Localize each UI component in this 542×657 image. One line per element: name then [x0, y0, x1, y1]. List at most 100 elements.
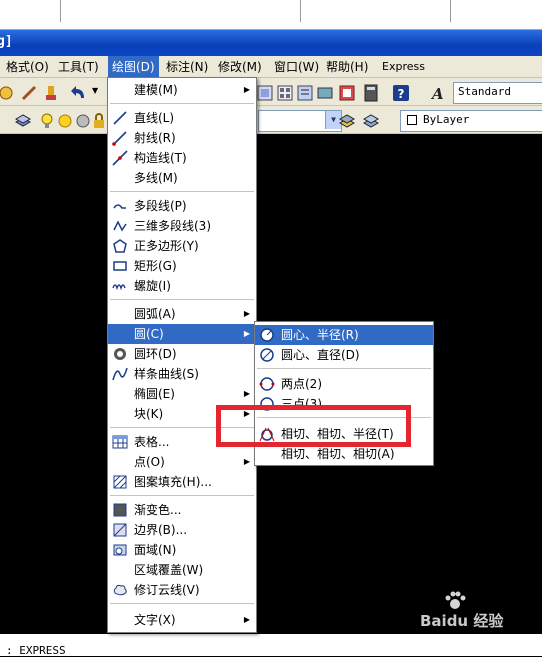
standard-toolbar: ▼ ? A Standard — [0, 78, 542, 106]
properties-icon[interactable] — [256, 84, 274, 102]
ray-icon — [112, 131, 127, 146]
menu-separator — [110, 299, 254, 300]
region-icon — [113, 544, 127, 556]
menu-item-donut[interactable]: 圆环(D) — [108, 344, 256, 364]
menu-item-ellipse[interactable]: 椭圆(E) ▶ — [108, 384, 256, 404]
pencil-icon[interactable] — [20, 84, 38, 102]
menu-item-spline[interactable]: 样条曲线(S) — [108, 364, 256, 384]
menu-item-arc[interactable]: 圆弧(A) ▶ — [108, 304, 256, 324]
menu-separator — [110, 191, 254, 192]
strip-segment — [300, 0, 451, 22]
circle-two-point-icon — [259, 377, 275, 391]
menu-dimension[interactable]: 标注(N) — [166, 56, 208, 78]
donut-icon — [114, 348, 126, 360]
menu-modify[interactable]: 修改(M) — [218, 56, 262, 78]
menu-item-center-radius[interactable]: 圆心、半径(R) — [255, 325, 433, 345]
menu-item-boundary[interactable]: 边界(B)... — [108, 520, 256, 540]
menu-item-modeling[interactable]: 建模(M) ▶ — [108, 80, 256, 100]
design-center-icon[interactable] — [276, 84, 294, 102]
text-style-icon[interactable]: A — [430, 84, 448, 102]
menu-separator — [110, 495, 254, 496]
menu-item-helix[interactable]: 螺旋(I) — [108, 276, 256, 296]
revcloud-icon — [113, 584, 127, 596]
circle-tool-icon[interactable] — [0, 84, 18, 102]
undo-dropdown-icon[interactable]: ▼ — [92, 86, 98, 95]
command-text: : EXPRESS — [6, 644, 66, 657]
menu-item-3d-polyline[interactable]: 三维多段线(3) — [108, 216, 256, 236]
submenu-arrow-icon: ▶ — [243, 309, 250, 318]
menu-item-point[interactable]: 点(O) ▶ — [108, 452, 256, 472]
submenu-arrow-icon: ▶ — [243, 85, 250, 94]
submenu-arrow-icon: ▶ — [243, 389, 250, 398]
text-style-combo[interactable]: Standard — [453, 82, 542, 104]
color-swatch — [407, 115, 417, 125]
menu-express[interactable]: Express — [382, 56, 425, 78]
strip-segment — [0, 0, 61, 22]
menu-item-ray[interactable]: 射线(R) — [108, 128, 256, 148]
menu-separator — [110, 103, 254, 104]
lightbulb-icon[interactable] — [38, 112, 56, 130]
circle-center-radius-icon — [260, 328, 274, 342]
command-line[interactable]: : EXPRESS — [0, 634, 542, 657]
hatch-icon — [113, 475, 127, 489]
helix-icon — [112, 284, 126, 291]
menu-item-hatch[interactable]: 图案填充(H)... — [108, 472, 256, 492]
circle-center-diameter-icon — [260, 348, 274, 362]
calculator-icon[interactable] — [362, 84, 380, 102]
make-current-layer-icon[interactable] — [338, 112, 356, 130]
menu-item-line[interactable]: 直线(L) — [108, 108, 256, 128]
submenu-arrow-icon: ▶ — [243, 329, 250, 338]
menu-help[interactable]: 帮助(H) — [326, 56, 368, 78]
color-combo[interactable]: ByLayer — [400, 110, 542, 132]
spline-icon — [112, 367, 128, 381]
menu-item-rectangle[interactable]: 矩形(G) — [108, 256, 256, 276]
menu-item-circle[interactable]: 圆(C) ▶ — [108, 324, 256, 344]
menu-draw[interactable]: 绘图(D) — [108, 56, 159, 78]
menu-item-polygon[interactable]: 正多边形(Y) — [108, 236, 256, 256]
freeze-sun-icon[interactable] — [56, 112, 74, 130]
menu-item-tan-tan-tan[interactable]: 相切、相切、相切(A) — [255, 444, 433, 464]
polygon-icon — [113, 239, 127, 253]
brush-icon[interactable] — [42, 84, 60, 102]
line-icon — [113, 111, 127, 125]
watermark: Baidu 经验 — [400, 590, 535, 630]
menu-item-polyline[interactable]: 多段线(P) — [108, 196, 256, 216]
window-title: g] — [0, 34, 13, 49]
help-icon[interactable]: ? — [392, 84, 410, 102]
color-value: ByLayer — [423, 113, 470, 126]
menu-item-center-diameter[interactable]: 圆心、直径(D) — [255, 345, 433, 365]
svg-text:A: A — [430, 85, 444, 102]
menu-tools[interactable]: 工具(T) — [58, 56, 99, 78]
layer-combo[interactable]: ▼ — [258, 110, 342, 132]
layer-previous-icon[interactable] — [362, 112, 380, 130]
menu-item-gradient[interactable]: 渐变色... — [108, 500, 256, 520]
tool-palette-icon[interactable] — [296, 84, 314, 102]
rectangle-icon — [113, 261, 127, 271]
polyline-icon — [113, 204, 126, 209]
gradient-icon — [113, 503, 127, 517]
undo-icon[interactable] — [70, 84, 88, 102]
sheet-set-icon[interactable] — [316, 84, 334, 102]
menu-item-two-point[interactable]: 两点(2) — [255, 374, 433, 394]
menu-item-text[interactable]: 文字(X) ▶ — [108, 610, 256, 630]
menu-item-xline[interactable]: 构造线(T) — [108, 148, 256, 168]
lock-icon[interactable] — [90, 112, 108, 130]
boundary-icon — [113, 523, 127, 537]
paw-logo-icon — [445, 591, 466, 609]
menu-item-revcloud[interactable]: 修订云线(V) — [108, 580, 256, 600]
menu-item-region[interactable]: 面域(N) — [108, 540, 256, 560]
strip-segment — [60, 0, 301, 22]
svg-text:?: ? — [398, 87, 405, 101]
callout-box — [216, 405, 411, 447]
menu-item-wipeout[interactable]: 区域覆盖(W) — [108, 560, 256, 580]
menu-window[interactable]: 窗口(W) — [274, 56, 319, 78]
menu-format[interactable]: 格式(O) — [6, 56, 49, 78]
top-strip — [0, 0, 542, 30]
table-icon — [112, 435, 128, 449]
markup-icon[interactable] — [338, 84, 356, 102]
layers-toolbar: ▼ ByLayer — [0, 106, 542, 134]
menu-item-multiline[interactable]: 多线(M) — [108, 168, 256, 188]
xline-icon — [112, 150, 128, 166]
menu-bar: 格式(O) 工具(T) 绘图(D) 标注(N) 修改(M) 窗口(W) 帮助(H… — [0, 56, 542, 78]
layer-manager-icon[interactable] — [14, 112, 32, 130]
